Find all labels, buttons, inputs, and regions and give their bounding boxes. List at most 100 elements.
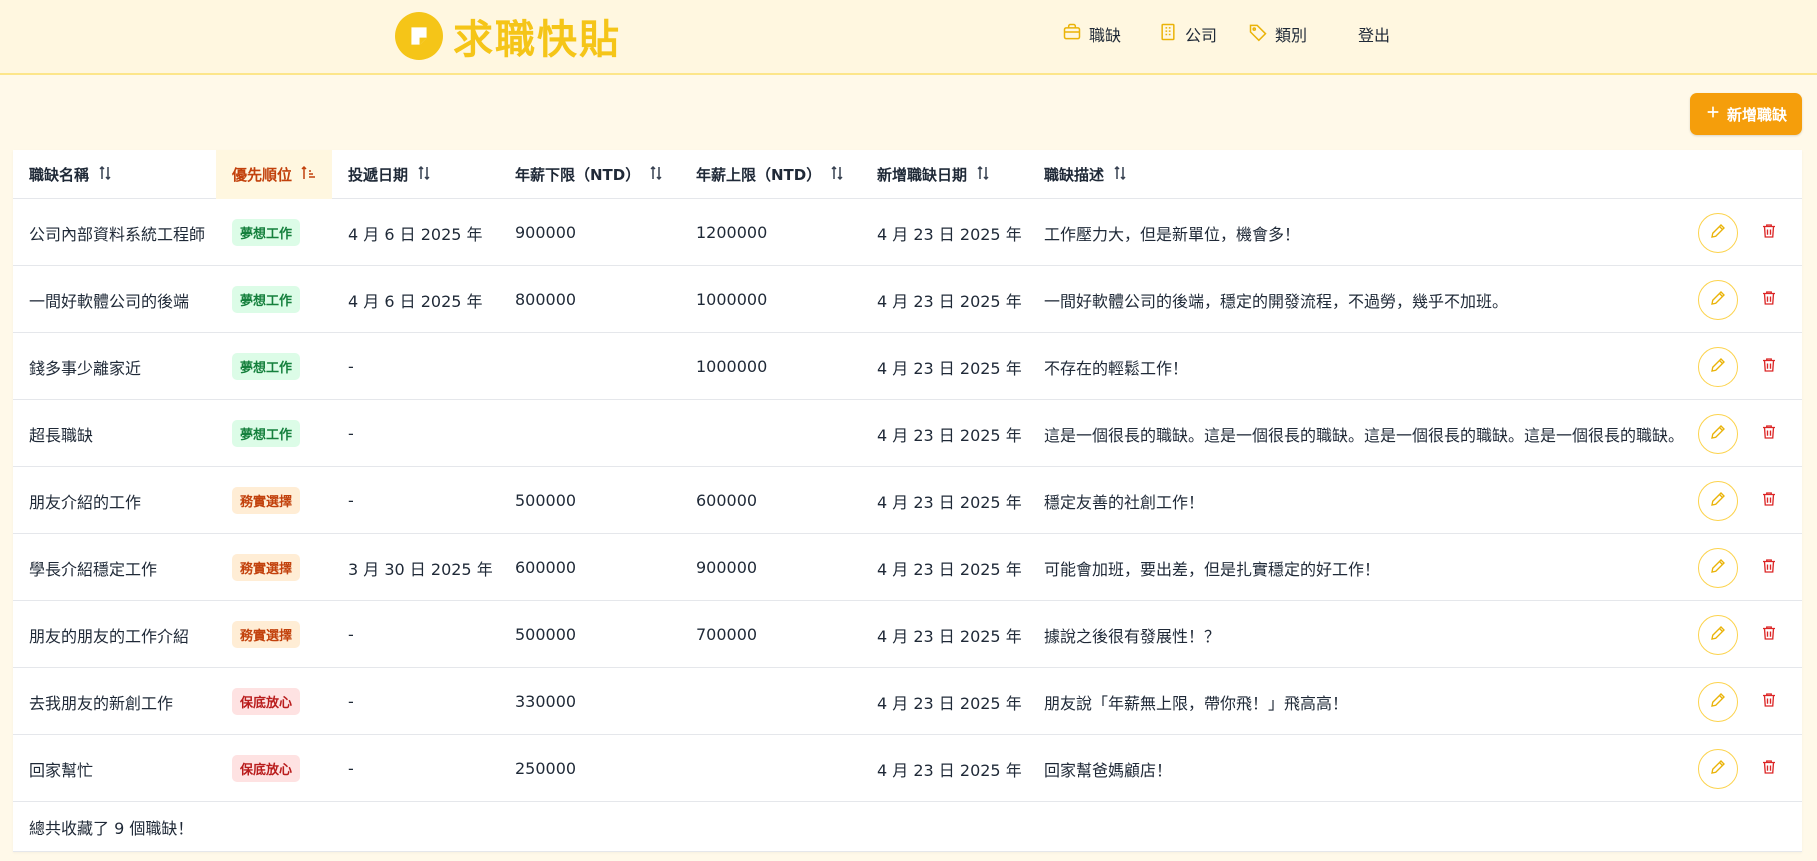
column-header-label: 年薪下限（NTD） bbox=[515, 166, 641, 184]
edit-button[interactable] bbox=[1698, 548, 1738, 588]
sort-icon bbox=[975, 165, 991, 185]
cell-name: 朋友的朋友的工作介紹 bbox=[29, 601, 189, 668]
cell-text: 工作壓力大，但是新單位，機會多！ bbox=[1044, 224, 1301, 244]
cell-text: 據說之後很有發展性！？ bbox=[1044, 626, 1221, 646]
cell-text: 一間好軟體公司的後端，穩定的開發流程，不過勞，幾乎不加班。 bbox=[1044, 291, 1509, 311]
tag-icon bbox=[1248, 22, 1268, 46]
nav-categories[interactable]: 類別 bbox=[1248, 22, 1307, 46]
cell-name: 去我朋友的新創工作 bbox=[29, 668, 173, 735]
cell-priority: 夢想工作 bbox=[232, 266, 301, 333]
delete-button[interactable] bbox=[1757, 690, 1781, 714]
cell-created: 4 月 23 日 2025 年 bbox=[877, 668, 1022, 735]
column-header-applied-date[interactable]: 投遞日期 bbox=[348, 150, 432, 199]
edit-button[interactable] bbox=[1698, 682, 1738, 722]
delete-button[interactable] bbox=[1757, 221, 1781, 245]
delete-button[interactable] bbox=[1757, 422, 1781, 446]
table-row[interactable]: 公司內部資料系統工程師 夢想工作 4 月 6 日 2025 年 900000 12000… bbox=[13, 199, 1802, 266]
nav-logout-label: 登出 bbox=[1358, 26, 1391, 45]
table-row[interactable]: 一間好軟體公司的後端 夢想工作 4 月 6 日 2025 年 800000 100000… bbox=[13, 266, 1802, 333]
edit-button[interactable] bbox=[1698, 481, 1738, 521]
cell-salary-min: 250000 bbox=[515, 735, 576, 802]
nav-jobs-label: 職缺 bbox=[1089, 26, 1122, 45]
cell-text: 錢多事少離家近 bbox=[29, 358, 142, 378]
cell-text: 4 月 23 日 2025 年 bbox=[877, 626, 1022, 646]
pencil-icon bbox=[1709, 691, 1727, 713]
cell-text: 900000 bbox=[696, 558, 758, 577]
column-header-label: 年薪上限（NTD） bbox=[696, 166, 822, 184]
table-row[interactable]: 學長介紹穩定工作 務實選擇 3 月 30 日 2025 年 600000 900000 4… bbox=[13, 534, 1802, 601]
priority-badge: 保底放心 bbox=[232, 755, 301, 782]
cell-salary-max: 1200000 bbox=[696, 199, 767, 266]
cell-created: 4 月 23 日 2025 年 bbox=[877, 333, 1022, 400]
cell-text: 4 月 23 日 2025 年 bbox=[877, 425, 1022, 445]
app-logo[interactable]: 求職快貼 bbox=[395, 10, 621, 63]
cell-salary-min: 900000 bbox=[515, 199, 576, 266]
column-header-created-date[interactable]: 新增職缺日期 bbox=[877, 150, 991, 199]
table-row[interactable]: 超長職缺 夢想工作 - 4 月 23 日 2025 年 這是一個很長的職缺。這是一個很長… bbox=[13, 400, 1802, 467]
cell-salary-min: 500000 bbox=[515, 601, 576, 668]
column-header-label: 職缺名稱 bbox=[29, 166, 90, 184]
delete-button[interactable] bbox=[1757, 355, 1781, 379]
cell-salary-max: 900000 bbox=[696, 534, 757, 601]
edit-button[interactable] bbox=[1698, 615, 1738, 655]
nav-jobs[interactable]: 職缺 bbox=[1062, 22, 1121, 46]
table-row[interactable]: 去我朋友的新創工作 保底放心 - 330000 4 月 23 日 2025 年 朋友說「年… bbox=[13, 668, 1802, 735]
column-header-priority[interactable]: 優先順位 bbox=[216, 150, 332, 199]
cell-priority: 務實選擇 bbox=[232, 534, 301, 601]
nav-logout[interactable]: 登出 bbox=[1358, 22, 1390, 46]
cell-applied: 4 月 6 日 2025 年 bbox=[348, 266, 483, 333]
trash-icon bbox=[1760, 222, 1778, 244]
pencil-icon bbox=[1709, 557, 1727, 579]
table-row[interactable]: 朋友的朋友的工作介紹 務實選擇 - 500000 700000 4 月 23 日 2025… bbox=[13, 601, 1802, 668]
edit-button[interactable] bbox=[1698, 414, 1738, 454]
cell-name: 回家幫忙 bbox=[29, 735, 93, 802]
table-row[interactable]: 朋友介紹的工作 務實選擇 - 500000 600000 4 月 23 日 2025 年 穩… bbox=[13, 467, 1802, 534]
pencil-icon bbox=[1709, 222, 1727, 244]
cell-salary-min: 330000 bbox=[515, 668, 576, 735]
trash-icon bbox=[1760, 557, 1778, 579]
sort-icon bbox=[1112, 165, 1128, 185]
nav-categories-label: 類別 bbox=[1275, 26, 1308, 45]
column-header-name[interactable]: 職缺名稱 bbox=[13, 150, 216, 199]
delete-button[interactable] bbox=[1757, 623, 1781, 647]
cell-text: 朋友介紹的工作 bbox=[29, 492, 142, 512]
delete-button[interactable] bbox=[1757, 556, 1781, 580]
cell-salary-max: 1000000 bbox=[696, 333, 767, 400]
add-job-button[interactable]: 新增職缺 bbox=[1690, 93, 1802, 135]
cell-priority: 夢想工作 bbox=[232, 199, 301, 266]
cell-created: 4 月 23 日 2025 年 bbox=[877, 534, 1022, 601]
table-row[interactable]: 回家幫忙 保底放心 - 250000 4 月 23 日 2025 年 回家幫爸媽顧店！ bbox=[13, 735, 1802, 802]
edit-button[interactable] bbox=[1698, 280, 1738, 320]
cell-text: 4 月 23 日 2025 年 bbox=[877, 358, 1022, 378]
edit-button[interactable] bbox=[1698, 347, 1738, 387]
briefcase-icon bbox=[1062, 22, 1082, 46]
cell-salary-min: 600000 bbox=[515, 534, 576, 601]
cell-text: 可能會加班，要出差，但是扎實穩定的好工作！ bbox=[1044, 559, 1381, 579]
column-header-salary-max[interactable]: 年薪上限（NTD） bbox=[696, 150, 845, 199]
column-header-salary-min[interactable]: 年薪下限（NTD） bbox=[515, 150, 664, 199]
cell-salary-max: 1000000 bbox=[696, 266, 767, 333]
cell-description: 回家幫爸媽顧店！ bbox=[1044, 735, 1172, 802]
trash-icon bbox=[1760, 490, 1778, 512]
edit-button[interactable] bbox=[1698, 213, 1738, 253]
cell-created: 4 月 23 日 2025 年 bbox=[877, 735, 1022, 802]
delete-button[interactable] bbox=[1757, 288, 1781, 312]
cell-text: 4 月 23 日 2025 年 bbox=[877, 224, 1022, 244]
cell-text: 一間好軟體公司的後端 bbox=[29, 291, 190, 311]
cell-text: 600000 bbox=[696, 491, 758, 510]
cell-salary-min: 500000 bbox=[515, 467, 576, 534]
plus-icon bbox=[1705, 104, 1721, 124]
column-header-description[interactable]: 職缺描述 bbox=[1044, 150, 1128, 199]
job-count-summary: 總共收藏了 9 個職缺！ bbox=[29, 818, 194, 838]
cell-text: - bbox=[348, 491, 354, 510]
cell-text: 4 月 6 日 2025 年 bbox=[348, 224, 483, 244]
cell-text: 1000000 bbox=[696, 357, 768, 376]
table-body: 公司內部資料系統工程師 夢想工作 4 月 6 日 2025 年 900000 12000… bbox=[13, 199, 1802, 802]
cell-applied: - bbox=[348, 668, 354, 735]
nav-companies[interactable]: 公司 bbox=[1158, 22, 1217, 46]
cell-text: 330000 bbox=[515, 692, 577, 711]
table-row[interactable]: 錢多事少離家近 夢想工作 - 1000000 4 月 23 日 2025 年 不存在的輕鬆… bbox=[13, 333, 1802, 400]
delete-button[interactable] bbox=[1757, 489, 1781, 513]
delete-button[interactable] bbox=[1757, 757, 1781, 781]
edit-button[interactable] bbox=[1698, 749, 1738, 789]
